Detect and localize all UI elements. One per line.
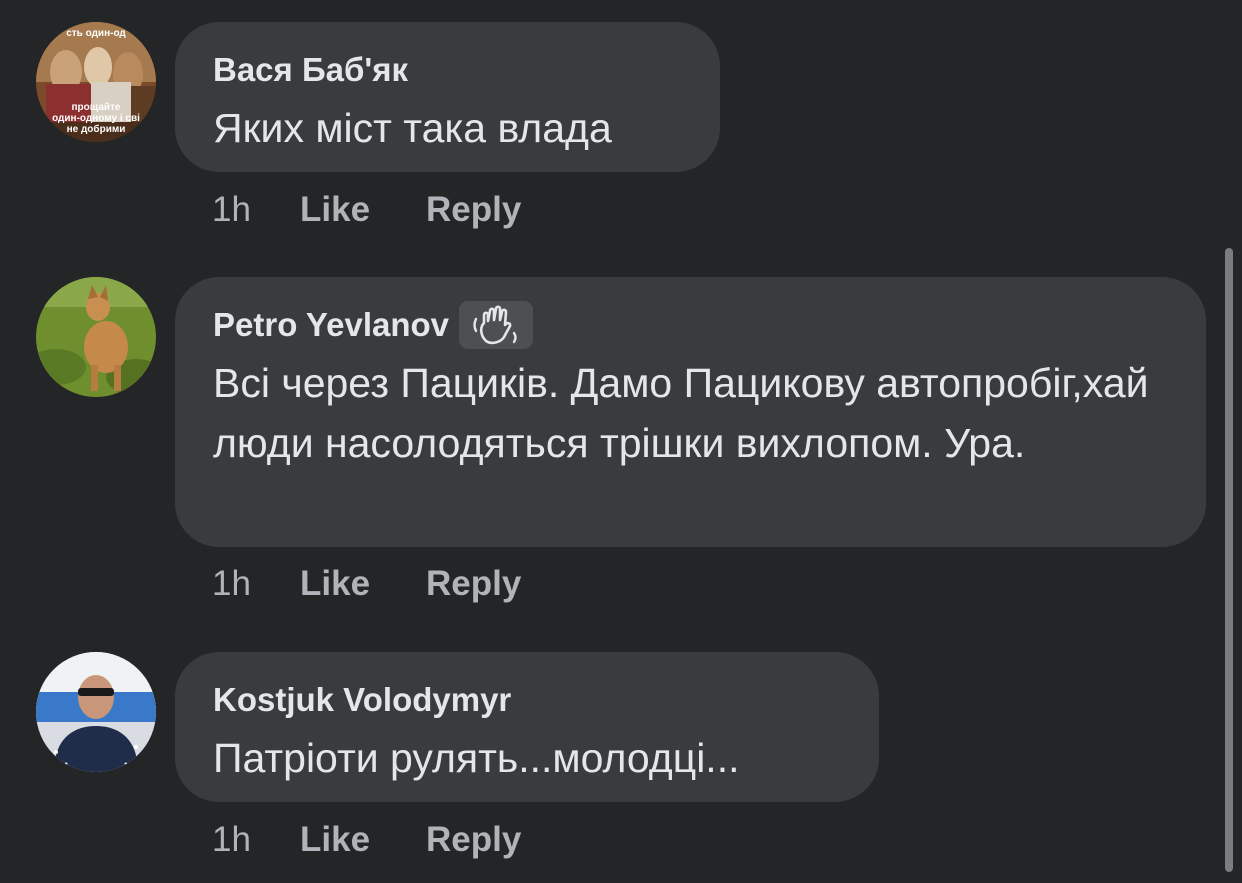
comment-actions: 1h Like Reply: [212, 190, 521, 230]
avatar-caption-line3: не добрими: [67, 123, 126, 135]
like-button[interactable]: Like: [300, 564, 426, 604]
waving-hand-glyph: [473, 305, 517, 345]
avatar-person-icon: [36, 652, 156, 772]
comment-actions: 1h Like Reply: [212, 564, 521, 604]
comment-time[interactable]: 1h: [212, 820, 300, 860]
avatar[interactable]: [36, 277, 156, 397]
avatar-caption-line1: прощайте: [72, 102, 121, 113]
comment-bubble: Kostjuk Volodymyr Патріоти рулять...моло…: [175, 652, 879, 802]
like-button[interactable]: Like: [300, 190, 426, 230]
avatar-image-icon: сть один-од прощайте один-одному і сві н…: [36, 22, 156, 142]
comment-author-name[interactable]: Kostjuk Volodymyr: [213, 680, 511, 720]
avatar-caption-line2: один-одному і сві: [52, 113, 140, 124]
reply-button[interactable]: Reply: [426, 564, 521, 604]
comment-text: Яких міст така влада: [213, 105, 612, 151]
comment-time[interactable]: 1h: [212, 190, 300, 230]
comment-actions: 1h Like Reply: [212, 820, 521, 860]
comment-text: Всі через Пациків. Дамо Пацикову автопро…: [213, 360, 1149, 466]
avatar-dog-icon: [36, 277, 156, 397]
avatar-caption-top: сть один-од: [66, 28, 126, 39]
comment-author-name[interactable]: Вася Баб'як: [213, 50, 408, 90]
comment-time[interactable]: 1h: [212, 564, 300, 604]
reply-button[interactable]: Reply: [426, 190, 521, 230]
like-button[interactable]: Like: [300, 820, 426, 860]
avatar[interactable]: [36, 652, 156, 772]
avatar[interactable]: сть один-од прощайте один-одному і сві н…: [36, 22, 156, 142]
comment-text: Патріоти рулять...молодці...: [213, 735, 740, 781]
comment-bubble: Petro Yevlanov Всі через Пациків. Дамо П…: [175, 277, 1206, 547]
comment-author[interactable]: Kostjuk Volodymyr: [213, 678, 841, 722]
comment-author-name[interactable]: Petro Yevlanov: [213, 305, 449, 345]
comment-bubble: Вася Баб'як Яких міст така влада: [175, 22, 720, 172]
comment-author[interactable]: Petro Yevlanov: [213, 301, 1168, 349]
waving-hand-icon: [459, 301, 534, 349]
comments-panel: сть один-од прощайте один-одному і сві н…: [0, 0, 1242, 883]
reply-button[interactable]: Reply: [426, 820, 521, 860]
scrollbar[interactable]: [1225, 248, 1233, 872]
comment-author[interactable]: Вася Баб'як: [213, 48, 682, 92]
